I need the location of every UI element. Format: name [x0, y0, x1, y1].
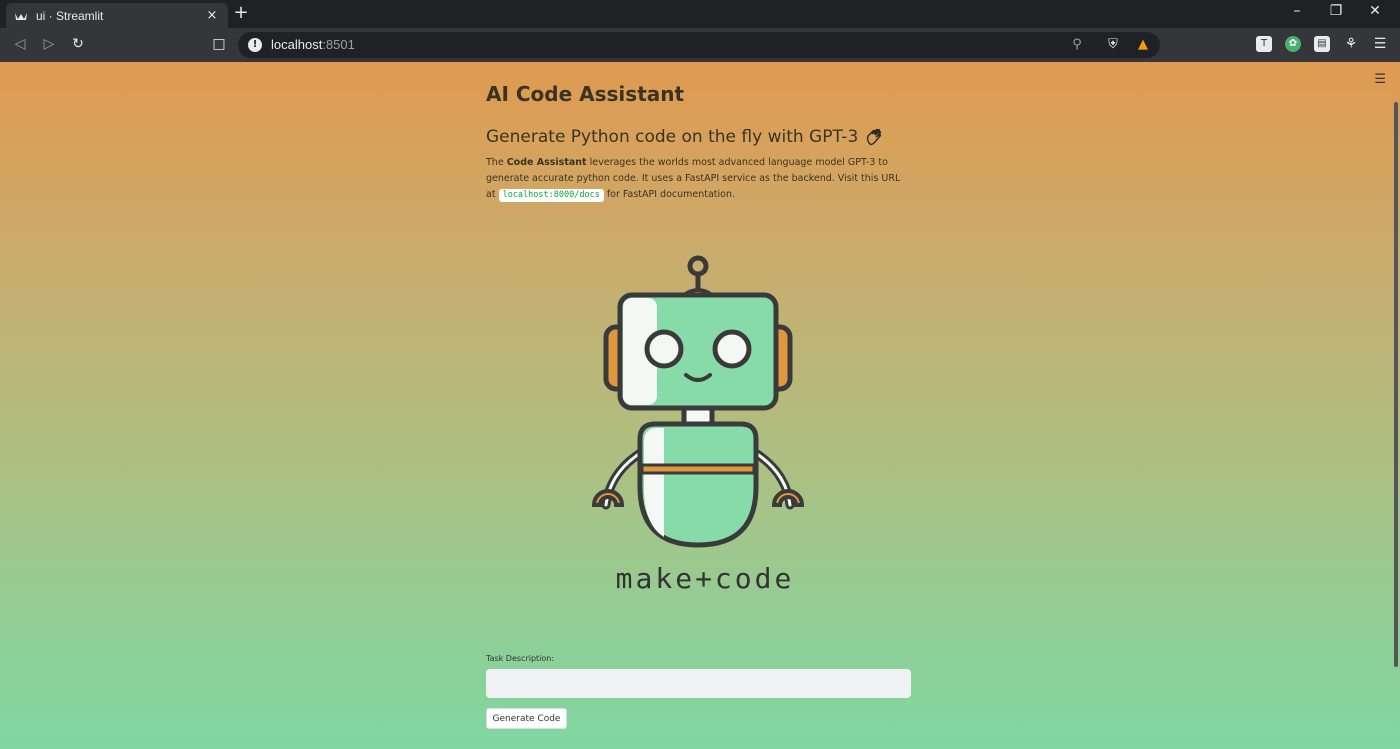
browser-menu-icon[interactable]: ☰	[1372, 36, 1388, 52]
reload-icon[interactable]: ↻	[68, 34, 88, 54]
brave-rewards-icon[interactable]: ▲	[1134, 36, 1152, 54]
restore-icon[interactable]: ❐	[1321, 3, 1351, 19]
robot-logo-image	[591, 247, 818, 607]
docs-url-code: localhost:8000/docs	[498, 189, 604, 202]
minimize-icon[interactable]: –	[1282, 3, 1312, 19]
site-info-icon[interactable]: !	[248, 38, 262, 52]
close-window-icon[interactable]: ✕	[1360, 3, 1390, 19]
extension-chatgpt-icon[interactable]: ✿	[1285, 36, 1301, 52]
scrollbar[interactable]	[1394, 102, 1398, 667]
tab-title: ui · Streamlit	[36, 8, 104, 23]
address-bar[interactable]: ! localhost:8501 ⚲ ⛨ ▲	[238, 32, 1160, 58]
back-icon[interactable]: ◁	[10, 34, 30, 54]
bookmark-icon[interactable]: □	[209, 34, 229, 54]
logo-text: make+code	[615, 562, 795, 595]
url-text[interactable]: localhost:8501	[271, 37, 355, 52]
page-subtitle: Generate Python code on the fly with GPT…	[486, 126, 886, 148]
browser-tab[interactable]: ui · Streamlit ×	[6, 3, 228, 28]
close-tab-icon[interactable]: ×	[204, 8, 220, 23]
browser-toolbar: ◁ ▷ ↻ □ ! localhost:8501 ⚲ ⛨ ▲ T ✿ ▤ ⚘ ☰	[0, 28, 1400, 62]
zoom-icon[interactable]: ⚲	[1068, 36, 1086, 54]
hamburger-menu-icon[interactable]: ☰	[1374, 72, 1386, 87]
waving-hand-icon	[864, 126, 886, 148]
extension-t-icon[interactable]: T	[1256, 36, 1272, 52]
generate-code-button[interactable]: Generate Code	[486, 708, 567, 729]
extension-page-icon[interactable]: ▤	[1314, 36, 1330, 52]
page-title: AI Code Assistant	[486, 82, 685, 106]
forward-icon[interactable]: ▷	[39, 34, 59, 54]
extensions-puzzle-icon[interactable]: ⚘	[1343, 36, 1359, 52]
new-tab-button[interactable]: +	[232, 4, 250, 22]
description-text: The Code Assistant leverages the worlds …	[486, 157, 901, 202]
streamlit-crown-icon	[14, 11, 28, 21]
browser-tab-strip: ui · Streamlit × + – ❐ ✕	[0, 0, 1400, 28]
subtitle-text: Generate Python code on the fly with GPT…	[486, 127, 859, 147]
task-description-input[interactable]	[486, 669, 911, 698]
streamlit-page: ☰ AI Code Assistant Generate Python code…	[0, 62, 1400, 749]
task-description-label: Task Description:	[486, 654, 555, 663]
brave-shield-icon[interactable]: ⛨	[1104, 36, 1122, 54]
